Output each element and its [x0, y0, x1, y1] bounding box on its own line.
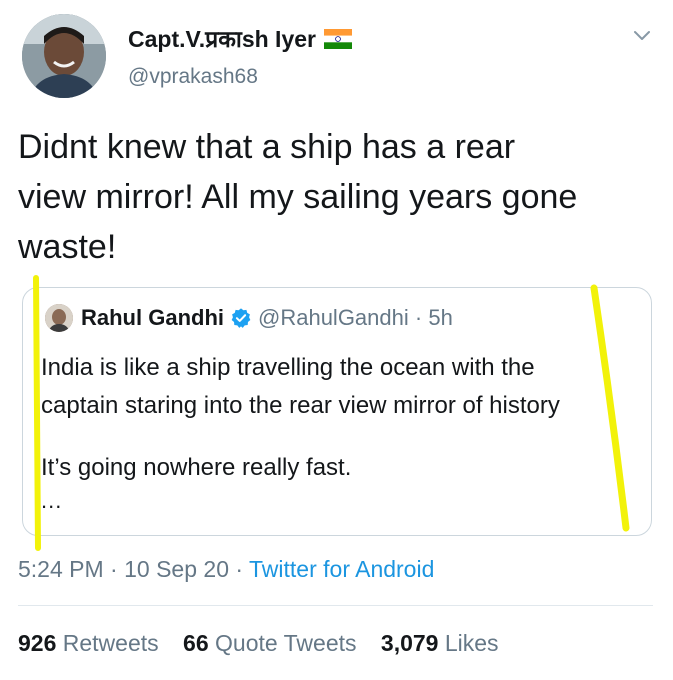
quoted-tweet-ellipsis: ... — [41, 488, 63, 513]
chevron-down-icon[interactable] — [630, 24, 654, 48]
author-handle[interactable]: @vprakash68 — [128, 65, 258, 89]
quote-tweets-stat[interactable]: 66 Quote Tweets — [183, 630, 356, 656]
quoted-tweet-line: captain staring into the rear view mirro… — [41, 392, 560, 419]
quoted-tweet-line: It’s going nowhere really fast. — [41, 454, 352, 481]
likes-count: 3,079 — [380, 630, 439, 656]
author-name-text: Capt.V.प्रकाsh Iyer — [128, 26, 316, 52]
tweet-line: waste! — [18, 228, 117, 266]
tweet-timestamp-row: 5:24 PM · 10 Sep 20 · Twitter for Androi… — [18, 556, 434, 583]
author-avatar[interactable] — [22, 14, 106, 98]
separator-dot: · — [110, 556, 125, 582]
stats-divider — [18, 605, 653, 606]
quoted-tweet-age: 5h — [428, 305, 453, 330]
quote-tweets-label: Quote Tweets — [215, 630, 357, 656]
quoted-tweet-card[interactable]: Rahul Gandhi @RahulGandhi · 5h India is … — [22, 287, 652, 536]
engagement-stats: 926 Retweets 66 Quote Tweets 3,079 Likes — [18, 630, 517, 657]
quoted-tweet-header: Rahul Gandhi @RahulGandhi · 5h — [45, 304, 453, 332]
tweet-line: view mirror! All my sailing years gone — [18, 178, 578, 216]
india-flag-icon — [323, 28, 352, 49]
retweets-count: 926 — [18, 630, 57, 656]
quoted-author-handle[interactable]: @RahulGandhi — [258, 305, 409, 331]
retweets-label: Retweets — [62, 630, 159, 656]
tweet-line: Didnt knew that a ship has a rear — [18, 128, 516, 166]
author-display-name[interactable]: Capt.V.प्रकाsh Iyer — [128, 22, 352, 54]
verified-badge-icon — [231, 308, 251, 328]
tweet-time[interactable]: 5:24 PM — [18, 556, 104, 582]
quoted-author-name[interactable]: Rahul Gandhi — [81, 305, 224, 331]
likes-stat[interactable]: 3,079 Likes — [381, 630, 499, 656]
tweet-body: Didnt knew that a ship has a rear view m… — [18, 122, 658, 272]
quoted-author-avatar[interactable] — [45, 304, 73, 332]
quote-tweets-count: 66 — [183, 630, 209, 656]
likes-label: Likes — [444, 630, 499, 656]
retweets-stat[interactable]: 926 Retweets — [18, 630, 159, 656]
quoted-tweet-line: India is like a ship travelling the ocea… — [41, 354, 535, 381]
separator-dot: · — [408, 305, 429, 330]
avatar-photo — [22, 14, 106, 98]
tweet-date[interactable]: 10 Sep 20 — [124, 556, 229, 582]
tweet-source-link[interactable]: Twitter for Android — [249, 556, 434, 582]
separator-dot: · — [235, 556, 250, 582]
